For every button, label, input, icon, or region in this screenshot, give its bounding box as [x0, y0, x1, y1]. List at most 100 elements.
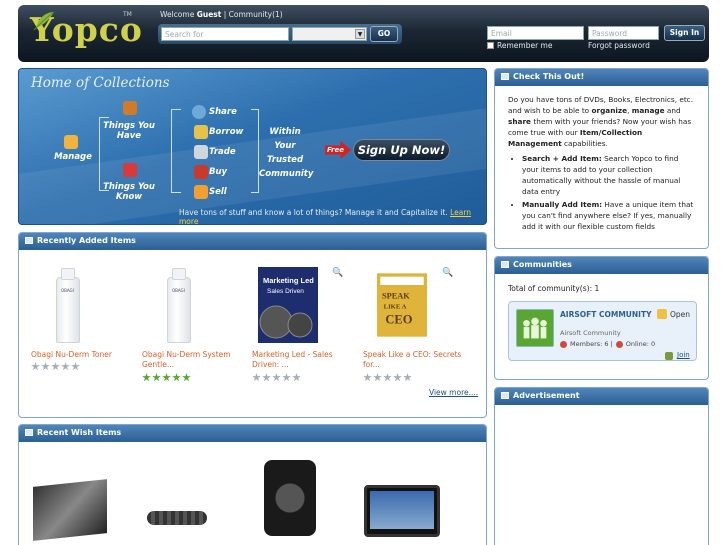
wish-item-image[interactable]: [264, 460, 316, 536]
banner-title: Home of Collections: [31, 75, 170, 91]
remember-checkbox[interactable]: [487, 42, 494, 49]
panel-title: Recently Added Items: [37, 236, 136, 245]
star-icon: [172, 373, 181, 382]
star-icon: [292, 373, 301, 382]
things-you-know-label: Things You Know: [103, 182, 155, 202]
community-total: Total of community(s): 1: [508, 284, 600, 293]
wish-item-image[interactable]: [147, 511, 207, 525]
svg-text:Sales Driven: Sales Driven: [267, 288, 304, 295]
panel-header: Check This Out!: [495, 69, 708, 86]
item-name[interactable]: Marketing Led - Sales Driven: ...: [252, 350, 352, 370]
people-icon: [523, 317, 547, 339]
star-icon: [363, 373, 372, 382]
panel-header: Recently Added Items: [19, 233, 486, 250]
community-link[interactable]: Community(1): [229, 10, 283, 19]
welcome-text: Welcome: [160, 10, 195, 19]
item-name[interactable]: Speak Like a CEO: Secrets for...: [363, 350, 463, 370]
password-field[interactable]: Password: [588, 26, 659, 40]
tagline-text: Have tons of stuff and know a lot of thi…: [179, 208, 448, 217]
brain-icon: [123, 163, 137, 177]
community-logo[interactable]: [516, 309, 554, 347]
community-name[interactable]: AIRSOFT COMMUNITY: [560, 310, 652, 319]
list-icon: [501, 261, 509, 268]
list-item: Search + Add Item: Search Yopco to find …: [522, 153, 695, 197]
item-name[interactable]: Obagi Nu-Derm Toner: [31, 350, 131, 360]
recently-added-panel: Recently Added Items OBAGI Obagi Nu-Derm…: [18, 232, 487, 418]
svg-text:SPEAK: SPEAK: [382, 291, 410, 300]
search-bar: Search for ▼ GO: [158, 24, 402, 44]
go-button[interactable]: GO: [370, 26, 398, 42]
star-icon: [282, 373, 291, 382]
chevron-down-icon: ▼: [355, 29, 365, 39]
product-image[interactable]: OBAGI: [167, 268, 191, 343]
welcome-user: Guest: [196, 10, 222, 19]
community-status: Open: [670, 310, 691, 319]
recent-wish-panel: Recent Wish Items: [18, 424, 487, 545]
book-cover-image[interactable]: SPEAK LIKE A CEO: [377, 267, 427, 343]
banner-tagline: Have tons of stuff and know a lot of thi…: [179, 208, 486, 224]
wish-item-image[interactable]: [33, 479, 107, 541]
sign-up-button[interactable]: Sign Up Now!: [353, 139, 450, 161]
sell-label: Sell: [209, 187, 227, 197]
within-community-label: Within Your Trusted Community: [259, 127, 314, 179]
home-banner: Home of Collections Manage Things You Ha…: [18, 68, 487, 225]
community-card: AIRSOFT COMMUNITY Open Airsoft Community…: [508, 301, 697, 361]
panel-title: Advertisement: [513, 391, 580, 400]
star-icon: [182, 373, 191, 382]
list-icon: [25, 237, 33, 244]
star-icon: [61, 362, 70, 371]
email-field[interactable]: Email: [487, 26, 584, 40]
panel-header: Recent Wish Items: [19, 425, 486, 442]
star-icon: [162, 373, 171, 382]
rating-stars: [363, 373, 412, 382]
magnify-icon[interactable]: 🔍: [442, 268, 453, 278]
magnify-icon[interactable]: 🔍: [332, 268, 343, 278]
communities-panel: Communities Total of community(s): 1 AIR…: [494, 256, 709, 380]
svg-text:Marketing Led: Marketing Led: [263, 276, 314, 285]
things-you-have-label: Things You Have: [103, 121, 155, 141]
book-cover-image[interactable]: Marketing Led Sales Driven: [258, 267, 318, 343]
star-icon: [142, 373, 151, 382]
item-name[interactable]: Obagi Nu-Derm System Gentle...: [142, 350, 242, 370]
borrow-label: Borrow: [209, 127, 244, 137]
welcome-bar: Welcome Guest | Community(1): [160, 10, 283, 19]
wish-item-image[interactable]: [364, 485, 440, 537]
list-item: Manually Add Item: Have a unique item th…: [522, 199, 695, 232]
rating-stars: [31, 362, 80, 371]
list-icon: [501, 392, 509, 399]
svg-text:CEO: CEO: [385, 312, 412, 326]
borrow-icon: [194, 125, 208, 139]
search-input[interactable]: Search for: [161, 27, 289, 41]
star-icon: [252, 373, 261, 382]
star-icon: [373, 373, 382, 382]
product-image[interactable]: OBAGI: [56, 268, 80, 343]
trademark: TM: [123, 11, 132, 18]
star-icon: [41, 362, 50, 371]
view-more-link[interactable]: View more....: [429, 388, 478, 397]
trade-label: Trade: [209, 147, 236, 157]
site-header: Yopco TM Welcome Guest | Community(1) Se…: [18, 5, 709, 62]
share-label: Share: [209, 107, 237, 117]
star-icon: [403, 373, 412, 382]
panel-title: Communities: [513, 260, 572, 269]
box-icon: [123, 101, 137, 115]
share-icon: [192, 105, 206, 119]
leaf-icon: [33, 11, 55, 31]
star-icon: [71, 362, 80, 371]
sign-in-button[interactable]: Sign In: [664, 25, 705, 41]
star-icon: [31, 362, 40, 371]
trade-icon: [194, 145, 208, 159]
star-icon: [152, 373, 161, 382]
star-icon: [262, 373, 271, 382]
list-icon: [25, 429, 33, 436]
star-icon: [272, 373, 281, 382]
svg-text:LIKE A: LIKE A: [384, 303, 407, 310]
feature-list: Search + Add Item: Search Yopco to find …: [522, 153, 695, 232]
category-select[interactable]: ▼: [292, 27, 367, 41]
remember-me[interactable]: Remember me: [487, 41, 552, 50]
join-link[interactable]: Join: [677, 351, 690, 359]
list-icon: [501, 73, 509, 80]
star-icon: [383, 373, 392, 382]
folder-icon: [64, 135, 78, 149]
forgot-password-link[interactable]: Forgot password: [588, 41, 650, 50]
